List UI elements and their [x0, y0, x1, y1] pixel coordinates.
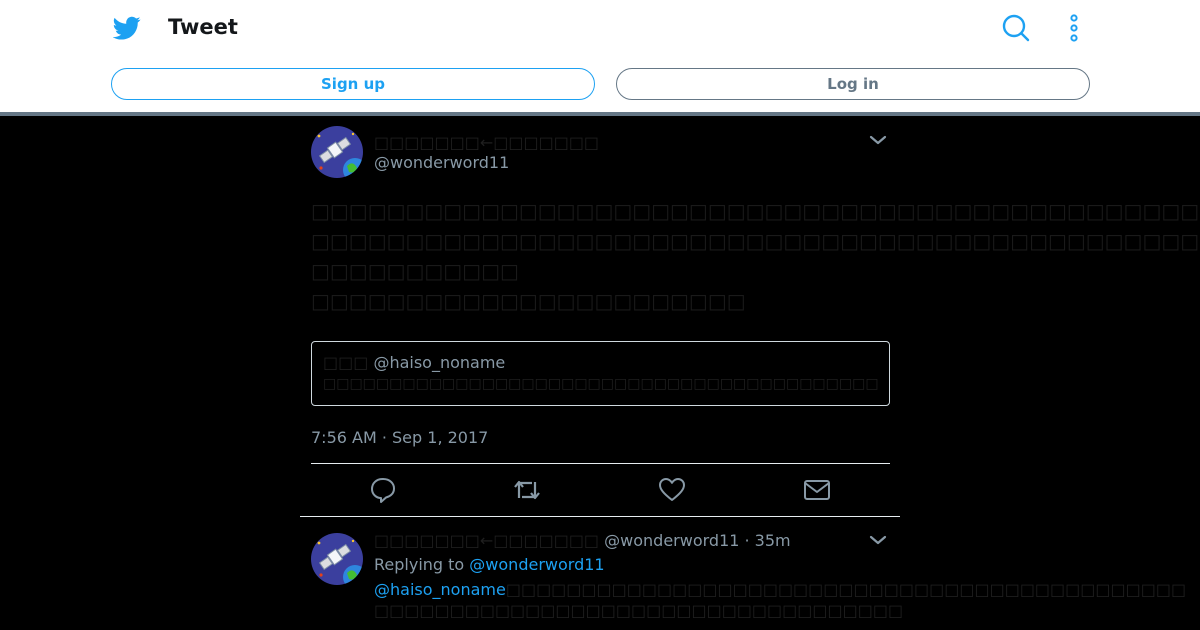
- tweet-text: □□□□□□□□□□□□□□□□□□□□□□□□□□□□□□□□□□□□□□□□…: [311, 196, 1200, 316]
- reply-handle-time[interactable]: @wonderword11 · 35m: [604, 531, 790, 550]
- reply-author-name[interactable]: □□□□□□□←□□□□□□□: [374, 531, 599, 550]
- tweet-timestamp[interactable]: 7:56 AM · Sep 1, 2017: [311, 428, 488, 447]
- page-title: Tweet: [168, 15, 238, 39]
- share-mail-icon[interactable]: [803, 476, 831, 504]
- search-icon[interactable]: [1000, 12, 1032, 44]
- tweet-text-line: □□□□□□□□□□□: [311, 259, 519, 283]
- replying-to-label: Replying to: [374, 555, 465, 574]
- satellite-avatar-icon: [311, 126, 363, 178]
- avatar[interactable]: [311, 126, 363, 178]
- reply-text-line: □□□□□□□□□□□□□□□□□□□□□□□□□□□□□□□□□□□: [374, 601, 904, 620]
- quoted-text: □□□□□□□□□□□□□□□□□□□□□□□□□□□□□□□□□□□□□□□□…: [323, 376, 878, 392]
- tweet-text-line: □□□□□□□□□□□□□□□□□□□□□□□□□□□□□□□□□□□□□□□□…: [311, 199, 1200, 223]
- tweet-author-handle[interactable]: @wonderword11: [374, 153, 509, 172]
- quoted-author: □□□ @haiso_noname: [323, 353, 505, 372]
- divider: [311, 463, 890, 464]
- signup-button[interactable]: Sign up: [111, 68, 595, 100]
- quoted-author-handle: @haiso_noname: [373, 353, 506, 372]
- divider: [300, 516, 900, 517]
- reply-text: @haiso_noname□□□□□□□□□□□□□□□□□□□□□□□□□□□…: [374, 579, 1186, 621]
- retweet-icon[interactable]: [513, 476, 541, 504]
- replying-to-handle[interactable]: @wonderword11: [469, 555, 604, 574]
- header-divider: [0, 112, 1200, 116]
- replying-to: Replying to @wonderword11: [374, 555, 605, 574]
- chevron-down-icon[interactable]: [868, 530, 888, 550]
- mention-link[interactable]: @haiso_noname: [374, 580, 506, 599]
- top-bar: Tweet Sign up Log in: [0, 0, 1200, 113]
- twitter-logo-icon[interactable]: [113, 14, 141, 42]
- tweet-text-line: □□□□□□□□□□□□□□□□□□□□□□□: [311, 289, 746, 313]
- tweet-text-line: □□□□□□□□□□□□□□□□□□□□□□□□□□□□□□□□□□□□□□□□…: [311, 229, 1200, 253]
- like-icon[interactable]: [658, 476, 686, 504]
- reply-icon[interactable]: [369, 476, 397, 504]
- tweet-author-name[interactable]: □□□□□□□←□□□□□□□: [374, 133, 599, 152]
- avatar[interactable]: [311, 533, 363, 585]
- quoted-tweet[interactable]: □□□ @haiso_noname □□□□□□□□□□□□□□□□□□□□□□…: [311, 341, 890, 406]
- reply-header: □□□□□□□←□□□□□□□ @wonderword11 · 35m: [374, 531, 791, 550]
- quoted-author-name: □□□: [323, 353, 369, 372]
- satellite-avatar-icon: [311, 533, 363, 585]
- more-options-icon[interactable]: [1062, 12, 1086, 44]
- login-button[interactable]: Log in: [616, 68, 1090, 100]
- chevron-down-icon[interactable]: [868, 130, 888, 150]
- reply-text-line: □□□□□□□□□□□□□□□□□□□□□□□□□□□□□□□□□□□□□□□□…: [505, 580, 1187, 599]
